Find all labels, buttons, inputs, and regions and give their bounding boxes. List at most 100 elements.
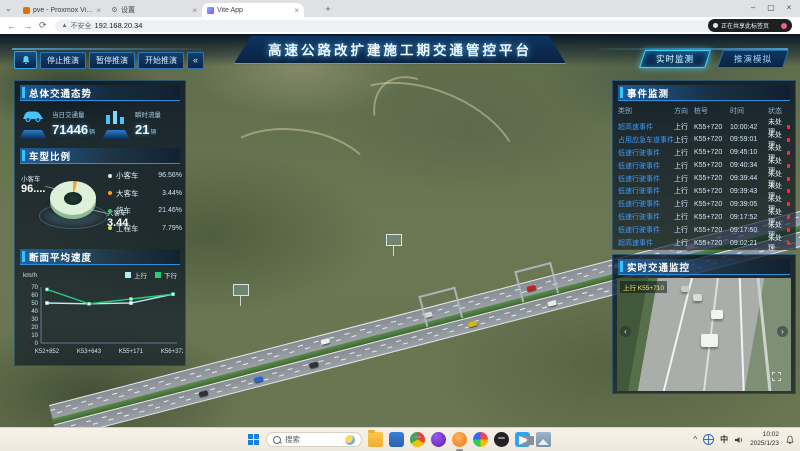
window-controls: – ▢ × xyxy=(744,0,798,15)
tab-close-icon[interactable]: × xyxy=(96,6,101,15)
stop-share-icon[interactable] xyxy=(781,22,787,29)
status-dot xyxy=(786,241,790,246)
status-dot xyxy=(786,176,790,181)
search-placeholder: 搜索 xyxy=(285,435,300,444)
share-banner-text: 正在共享此标签页 xyxy=(721,24,770,30)
back-icon[interactable]: ← xyxy=(7,21,16,31)
sim-button[interactable]: 开始推演 xyxy=(138,51,184,69)
tab-share-banner[interactable]: 正在共享此标签页 xyxy=(708,19,792,32)
tray-time: 10:02 xyxy=(762,431,779,439)
event-time: 09:17:50 xyxy=(730,226,758,234)
sim-button[interactable]: 暂停推演 xyxy=(89,51,135,69)
reload-icon[interactable]: ⟳ xyxy=(39,20,47,31)
messenger-icon[interactable] xyxy=(515,432,534,447)
event-direction: 上行 xyxy=(674,240,688,248)
browser-tab[interactable]: Vite App × xyxy=(202,3,304,17)
legend-item: 大客车 3.44% xyxy=(108,188,182,199)
table-row[interactable]: 超高速事件 上行 K55+720 10:00:42 未处理 xyxy=(618,117,790,136)
network-icon[interactable] xyxy=(703,434,715,445)
event-category: 低速行驶事件 xyxy=(618,188,660,196)
tab-close-icon[interactable]: × xyxy=(294,6,299,15)
forward-icon[interactable]: → xyxy=(23,21,32,31)
security-warning-icon[interactable]: ▲ xyxy=(62,23,68,29)
weather-icon[interactable] xyxy=(345,434,355,445)
tray-clock[interactable]: 10:02 2025/1/23 xyxy=(750,431,779,447)
file-explorer-icon[interactable] xyxy=(368,430,383,447)
mode-switcher: 实时监测 推演模拟 xyxy=(639,50,789,68)
chrome-icon[interactable] xyxy=(410,432,425,447)
app-icon-blue[interactable] xyxy=(389,432,404,447)
stat-text: 当日交通量 71446辆 xyxy=(52,109,95,139)
camera-feed[interactable]: 上行 K55+710 ‹ › xyxy=(617,278,791,391)
notification-bell-icon[interactable] xyxy=(785,435,795,445)
url-input[interactable]: ▲ 不安全 192.168.20.34 xyxy=(54,19,759,32)
vehicle-ratio-legend: 小客车 96.56% 大客车 3.44% 货车 21.46% 工程车 7.79% xyxy=(108,170,182,234)
tab-close-icon[interactable]: × xyxy=(192,6,197,15)
traffic-stats: 当日交通量 71446辆 瞬时流量 21辆 xyxy=(15,101,185,144)
event-category: 占用应急车道事件 xyxy=(618,136,674,144)
road-sign xyxy=(386,234,402,256)
tray-date: 2025/1/23 xyxy=(750,439,779,447)
event-status: 未处理 xyxy=(768,233,790,253)
donut-callout-left: 小客车 96.... xyxy=(21,176,46,195)
event-time: 09:59:01 xyxy=(730,136,758,144)
new-tab-button[interactable]: + xyxy=(322,3,334,15)
taskbar-search-input[interactable]: 搜索 xyxy=(266,432,362,447)
carousel-right-button[interactable]: › xyxy=(777,326,788,337)
status-dot xyxy=(786,150,790,155)
window-minimize-button[interactable]: – xyxy=(744,0,762,15)
events-table: 类别 方向 桩号 时间 状态 超高速事件 上行 K55+720 10:00:42 未处理 占用应急… xyxy=(618,104,790,252)
screenshot-icon[interactable] xyxy=(536,432,551,447)
collapse-panel-button[interactable]: « xyxy=(187,51,204,69)
recorder-icon[interactable] xyxy=(494,432,509,447)
legend-value: 7.79% xyxy=(162,224,182,232)
app-icon-orange[interactable] xyxy=(452,432,467,451)
speed-line-chart: 0 10 20 30 40 50 60 70 K52+852 K53+643 K55+171 K56+… xyxy=(17,281,185,372)
volume-icon[interactable] xyxy=(734,435,744,445)
vehicle xyxy=(198,390,209,398)
lane-line xyxy=(738,278,746,391)
vite-icon xyxy=(207,6,214,14)
legend-dot xyxy=(108,226,112,230)
header-decor-left xyxy=(12,48,202,50)
legend-label: 上行 xyxy=(134,273,147,280)
legend-dot xyxy=(108,173,112,178)
fullscreen-icon[interactable] xyxy=(772,372,781,381)
svg-text:10: 10 xyxy=(31,333,38,339)
mode-button[interactable]: 推演模拟 xyxy=(717,50,789,68)
tray-overflow-chevron-icon[interactable]: ^ xyxy=(693,435,697,444)
mode-button[interactable]: 实时监测 xyxy=(639,50,711,68)
icon-pedestal xyxy=(102,130,130,139)
ime-indicator[interactable]: 中 xyxy=(720,434,728,445)
stat-value-row: 21辆 xyxy=(135,121,161,139)
status-dot xyxy=(786,137,790,142)
section-title-events: 事件监测 xyxy=(618,85,790,101)
carousel-left-button[interactable]: ‹ xyxy=(620,326,631,337)
stat-unit: 辆 xyxy=(89,130,96,136)
event-direction: 上行 xyxy=(674,227,688,235)
photos-icon[interactable] xyxy=(473,432,488,447)
section-title-vehicle-ratio: 车型比例 xyxy=(20,148,180,164)
tab-search-chevron-icon[interactable]: ⌄ xyxy=(5,4,12,13)
sim-button[interactable]: 停止推演 xyxy=(40,51,86,69)
windows-start-button[interactable] xyxy=(248,433,260,446)
event-category: 低速行驶事件 xyxy=(618,227,660,235)
browser-tab[interactable]: ⚙ 设置 × xyxy=(106,3,202,17)
browser-tab[interactable]: pve - Proxmox Virtual Envi...× xyxy=(18,3,106,17)
window-close-button[interactable]: × xyxy=(780,0,798,15)
stat-value-row: 71446辆 xyxy=(52,121,95,139)
event-stake: K55+720 xyxy=(694,136,723,144)
svg-text:40: 40 xyxy=(31,309,38,315)
taskbar-apps xyxy=(368,430,551,451)
stat-unit: 辆 xyxy=(150,130,157,136)
vehicle-ratio-chart: 小客车 96.... 大客车 3.44 小客车 96.56% 大客车 3.44% 货车 2… xyxy=(15,167,185,245)
alarm-button[interactable] xyxy=(14,51,37,69)
event-monitor-panel: 事件监测 类别 方向 桩号 时间 状态 超高速事件 上行 K55+720 10:00:42 未处… xyxy=(612,80,796,252)
legend-swatch xyxy=(155,272,161,278)
events-table-body: 超高速事件 上行 K55+720 10:00:42 未处理 占用应急车道事件上行 K55+7… xyxy=(618,117,790,252)
window-maximize-button[interactable]: ▢ xyxy=(762,0,780,15)
column-header: 桩号 xyxy=(694,107,708,115)
status-dot xyxy=(786,163,790,168)
map-viewport[interactable]: 高速公路改扩建施工期交通管控平台 停止推演 暂停推演 开始推演 « 实时监测 推演模拟… xyxy=(0,34,800,427)
app-icon-purple[interactable] xyxy=(431,432,446,447)
